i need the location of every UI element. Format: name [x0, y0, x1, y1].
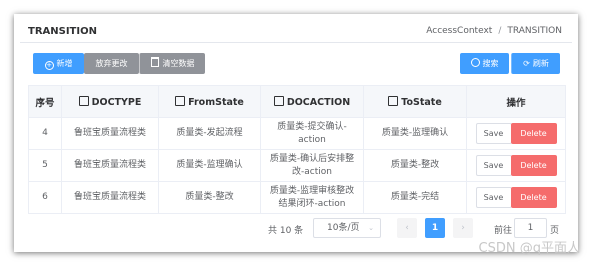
- new-button-label: 新增: [56, 59, 73, 68]
- page-header: TRANSITION AccessContext / TRANSITION: [28, 24, 568, 40]
- cell-fromstate[interactable]: 质量类-监理确认: [158, 149, 261, 182]
- cell-seq: 5: [28, 149, 62, 182]
- cell-ops: Save Delete: [466, 181, 566, 214]
- next-page-button[interactable]: ›: [453, 218, 473, 238]
- delete-button[interactable]: Delete: [510, 123, 557, 144]
- cell-docaction-text: 质量类-确认后安排整改-action: [269, 153, 355, 177]
- save-button[interactable]: Save: [475, 155, 512, 176]
- discard-changes-label: 放弃更改: [95, 59, 128, 68]
- save-button[interactable]: Save: [475, 187, 512, 208]
- breadcrumb-separator: /: [498, 26, 502, 36]
- table-row: 5 鲁班宝质量流程类 质量类-监理确认 质量类-确认后安排整改-action 质…: [28, 149, 566, 182]
- cell-fromstate[interactable]: 质量类-整改: [158, 181, 261, 214]
- chevron-down-icon: ⌄: [368, 224, 374, 232]
- col-fromstate-label: FromState: [188, 96, 244, 108]
- edit-icon: [273, 95, 284, 106]
- cell-doctype[interactable]: 鲁班宝质量流程类: [61, 117, 159, 150]
- chevron-left-icon: ‹: [405, 223, 409, 233]
- edit-icon: [78, 95, 89, 106]
- header-divider: [20, 42, 572, 43]
- table-row: 6 鲁班宝质量流程类 质量类-整改 质量类-监理审核整改结果闭环-action …: [28, 181, 566, 214]
- delete-button[interactable]: Delete: [510, 187, 557, 208]
- clear-data-label: 清空数据: [162, 59, 195, 68]
- cell-seq: 6: [28, 181, 62, 214]
- refresh-button-label: 刷新: [532, 59, 549, 68]
- plus-circle-icon: +: [44, 61, 54, 70]
- discard-changes-button[interactable]: 放弃更改: [84, 53, 139, 74]
- col-seq: 序号: [28, 85, 62, 118]
- watermark: CSDN @q平面人: [478, 241, 580, 256]
- cell-ops: Save Delete: [466, 149, 566, 182]
- cell-fromstate[interactable]: 质量类-发起流程: [158, 117, 261, 150]
- col-docaction: DOCACTION: [260, 85, 364, 118]
- page-number-current[interactable]: 1: [425, 218, 445, 238]
- cell-doctype[interactable]: 鲁班宝质量流程类: [61, 149, 159, 182]
- col-ops: 操作: [466, 85, 566, 118]
- edit-icon: [388, 95, 399, 106]
- prev-page-button[interactable]: ‹: [397, 218, 417, 238]
- new-button[interactable]: + 新增: [33, 53, 84, 74]
- col-docaction-label: DOCACTION: [286, 96, 351, 108]
- col-tostate-label: ToState: [401, 96, 442, 108]
- refresh-icon: ⟳: [523, 59, 530, 68]
- page-size-value: 10条/页: [327, 223, 360, 233]
- search-button-label: 搜索: [482, 59, 499, 68]
- page-suffix: 页: [550, 226, 560, 236]
- col-tostate: ToState: [363, 85, 467, 118]
- pagination-total: 共 10 条: [268, 226, 304, 236]
- search-button[interactable]: 搜索: [460, 53, 509, 74]
- search-icon: [470, 58, 480, 67]
- refresh-button[interactable]: ⟳ 刷新: [511, 53, 560, 74]
- breadcrumb: AccessContext / TRANSITION: [426, 26, 562, 36]
- cell-tostate[interactable]: 质量类-监理确认: [363, 117, 467, 150]
- trash-icon: [150, 57, 159, 67]
- cell-doctype[interactable]: 鲁班宝质量流程类: [61, 181, 159, 214]
- cell-docaction[interactable]: 质量类-监理审核整改结果闭环-action: [260, 181, 364, 214]
- save-button[interactable]: Save: [475, 123, 512, 144]
- clear-data-button[interactable]: 清空数据: [139, 53, 205, 74]
- cell-tostate[interactable]: 质量类-完结: [363, 181, 467, 214]
- col-doctype-label: DOCTYPE: [91, 96, 142, 108]
- edit-icon: [175, 95, 186, 106]
- cell-docaction-text: 质量类-监理审核整改结果闭环-action: [269, 185, 355, 209]
- cell-tostate[interactable]: 质量类-整改: [363, 149, 467, 182]
- page-size-select[interactable]: 10条/页 ⌄: [313, 218, 381, 238]
- cell-seq: 4: [28, 117, 62, 150]
- col-fromstate: FromState: [158, 85, 261, 118]
- chevron-right-icon: ›: [461, 223, 465, 233]
- breadcrumb-current: TRANSITION: [507, 26, 562, 36]
- cell-docaction-text: 质量类-提交确认-action: [277, 121, 347, 145]
- table-header-row: 序号 DOCTYPE FromState DOCACTION ToState 操…: [28, 85, 566, 118]
- page-title: TRANSITION: [28, 26, 97, 37]
- cell-docaction[interactable]: 质量类-提交确认-action: [260, 117, 364, 150]
- col-doctype: DOCTYPE: [61, 85, 159, 118]
- goto-page-input[interactable]: 1: [514, 218, 547, 238]
- goto-label: 前往: [494, 226, 513, 236]
- cell-ops: Save Delete: [466, 117, 566, 150]
- table-row: 4 鲁班宝质量流程类 质量类-发起流程 质量类-提交确认-action 质量类-…: [28, 117, 566, 150]
- breadcrumb-context[interactable]: AccessContext: [426, 26, 492, 36]
- transition-table: 序号 DOCTYPE FromState DOCACTION ToState 操…: [28, 85, 566, 214]
- cell-docaction[interactable]: 质量类-确认后安排整改-action: [260, 149, 364, 182]
- delete-button[interactable]: Delete: [510, 155, 557, 176]
